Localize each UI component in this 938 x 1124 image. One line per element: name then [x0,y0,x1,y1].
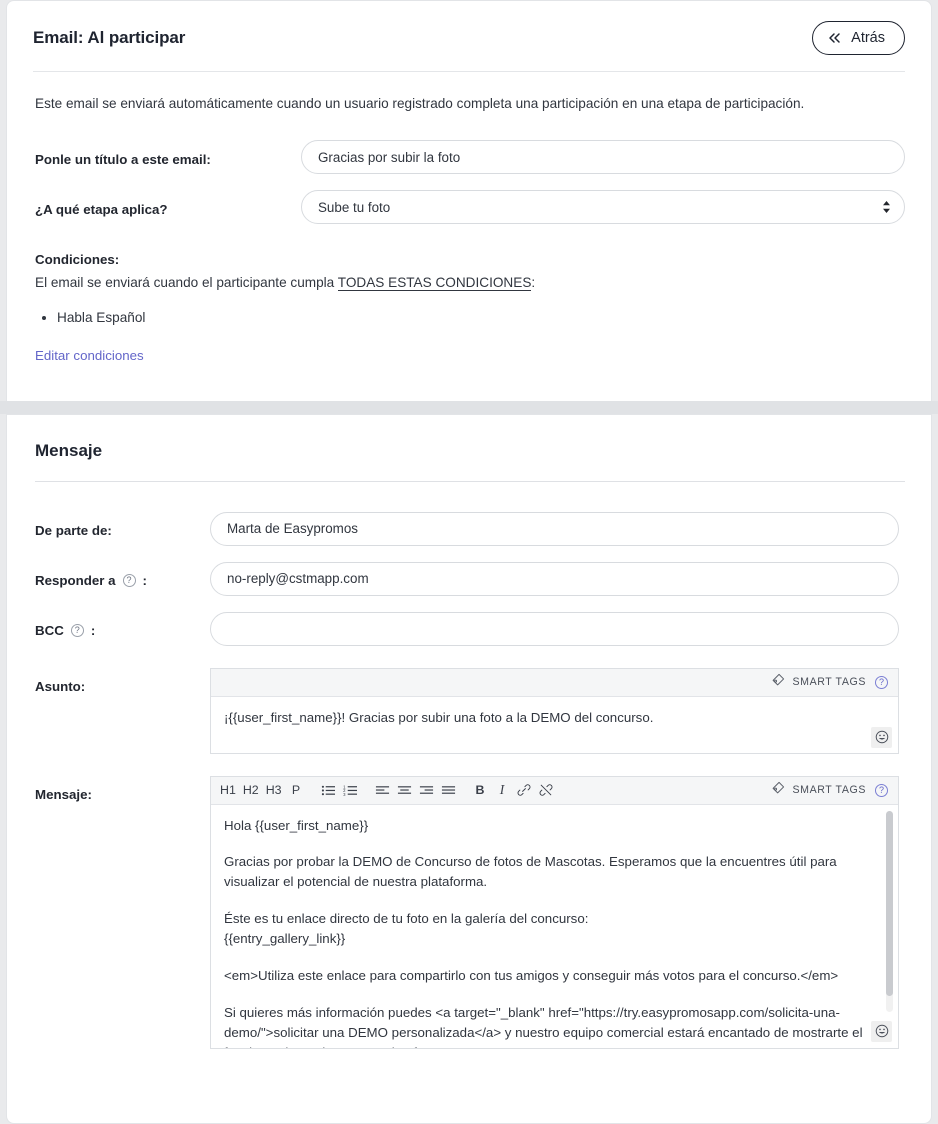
question-circle-icon[interactable]: ? [122,573,136,587]
align-right-icon[interactable] [416,779,437,801]
back-button[interactable]: Atrás [812,21,905,55]
subject-field-row: Asunto: SMART TAGS ? ¡{{user_first_name}… [35,667,899,754]
body-editor: H1 H2 H3 P 1 2 3 B I SMART TAGS ? Hola {… [210,775,899,1049]
message-panel-spacer [7,1065,931,1123]
tag-icon [771,673,785,692]
conditions-sentence-emphasis: TODAS ESTAS CONDICIONES [337,275,532,292]
conditions-sentence-prefix: El email se enviará cuando el participan… [35,275,338,291]
heading-2-icon[interactable]: H2 [240,779,262,801]
subject-smart-tags-button[interactable]: SMART TAGS [771,673,866,692]
subject-value: ¡{{user_first_name}}! Gracias por subir … [224,709,654,725]
panel-separator [0,400,938,414]
subject-editor-toolbar: SMART TAGS ? [211,668,898,697]
reply-to-label-text: Responder a [35,572,116,588]
body-smart-tags-button[interactable]: SMART TAGS [771,781,866,800]
conditions-list: Habla Español [35,307,905,329]
bold-icon[interactable]: B [470,779,491,801]
body-field-row: Mensaje: H1 H2 H3 P 1 2 3 B I SMART TAGS… [35,775,899,1049]
body-scrollbar[interactable] [886,810,893,1012]
body-smart-tags-label: SMART TAGS [792,784,866,797]
message-section-title: Mensaje [35,440,103,460]
bcc-field-row: BCC ? : [35,611,899,646]
body-paragraph: Gracias por probar la DEMO de Concurso d… [224,854,837,890]
double-chevron-left-icon [828,32,842,44]
title-field-row: Ponle un título a este email: [35,140,905,175]
conditions-sentence: El email se enviará cuando el participan… [35,273,905,293]
conditions-block: Condiciones: El email se enviará cuando … [7,240,931,364]
align-center-icon[interactable] [394,779,415,801]
email-form: Ponle un título a este email: ¿A qué eta… [7,114,931,225]
from-input[interactable] [210,511,899,546]
emoji-smile-icon[interactable] [871,726,892,748]
svg-text:3: 3 [343,792,346,797]
intro-text: Este email se enviará automáticamente cu… [35,96,805,111]
subject-help-icon[interactable]: ? [875,675,888,689]
body-paragraph: <em>Utiliza este enlace para compartirlo… [224,968,839,984]
body-editor-toolbar: H1 H2 H3 P 1 2 3 B I SMART TAGS ? [211,776,898,805]
message-form: De parte de: Responder a ? : BCC [7,482,931,1049]
body-help-icon[interactable]: ? [875,783,888,797]
align-justify-icon[interactable] [438,779,459,801]
unlink-icon[interactable] [536,779,557,801]
subject-input[interactable]: ¡{{user_first_name}}! Gracias por subir … [211,696,898,753]
reply-to-field-label: Responder a ? : [35,562,210,588]
heading-3-icon[interactable]: H3 [263,779,285,801]
reply-to-field-row: Responder a ? : [35,561,899,596]
from-field-label: De parte de: [35,512,210,538]
body-paragraph: Hola {{user_first_name}} [224,817,369,833]
body-paragraph: Si quieres más información puedes <a tar… [224,1005,863,1047]
bullet-list-icon[interactable] [318,779,339,801]
align-left-icon[interactable] [372,779,393,801]
body-label-text: Mensaje: [35,786,92,802]
from-field-label-text: De parte de: [35,522,112,538]
heading-1-icon[interactable]: H1 [217,779,239,801]
page-title: Email: Al participar [33,28,186,47]
emoji-smile-icon[interactable] [871,1020,892,1042]
stage-field-row: ¿A qué etapa aplica? [35,190,905,225]
panel-header: Email: Al participar Atrás [7,1,931,55]
reply-to-label-suffix: : [142,572,147,588]
panel-bottom-spacer [7,365,931,401]
bcc-label-text: BCC [35,622,64,638]
subject-editor: SMART TAGS ? ¡{{user_first_name}}! Graci… [210,667,899,754]
title-field-label: Ponle un título a este email: [35,152,211,168]
message-section-header: Mensaje [7,415,931,482]
body-field-label: Mensaje: [35,776,210,802]
subject-label-text: Asunto: [35,678,86,694]
email-title-input[interactable] [301,140,905,175]
email-settings-panel: Email: Al participar Atrás Este email se… [6,0,932,401]
stage-select[interactable] [301,190,905,225]
from-field-row: De parte de: [35,511,899,546]
bcc-input[interactable] [210,611,899,646]
back-button-label: Atrás [851,30,885,46]
subject-smart-tags-label: SMART TAGS [792,676,866,689]
question-circle-icon[interactable]: ? [70,623,84,637]
link-icon[interactable] [514,779,535,801]
conditions-heading: Condiciones: [35,252,120,268]
bcc-label-suffix: : [90,622,96,638]
body-input[interactable]: Hola {{user_first_name}} Gracias por pro… [211,804,898,1048]
numbered-list-icon[interactable]: 1 2 3 [340,779,361,801]
conditions-sentence-suffix: : [531,275,536,291]
page-root: Email: Al participar Atrás Este email se… [0,0,938,1124]
body-scrollbar-thumb[interactable] [886,810,893,996]
italic-icon[interactable]: I [492,779,513,801]
stage-field-label: ¿A qué etapa aplica? [35,202,168,218]
message-panel: Mensaje De parte de: Responder a ? : [6,413,932,1124]
tag-icon [771,781,785,800]
subject-field-label: Asunto: [35,668,210,694]
list-item: Habla Español [57,307,905,329]
body-toolbar-buttons: H1 H2 H3 P 1 2 3 B I [217,779,557,801]
edit-conditions-link[interactable]: Editar condiciones [35,348,144,363]
bcc-field-label: BCC ? : [35,612,210,638]
body-paragraph: Éste es tu enlace directo de tu foto en … [224,911,589,947]
paragraph-icon[interactable]: P [286,779,307,801]
reply-to-input[interactable] [210,561,899,596]
